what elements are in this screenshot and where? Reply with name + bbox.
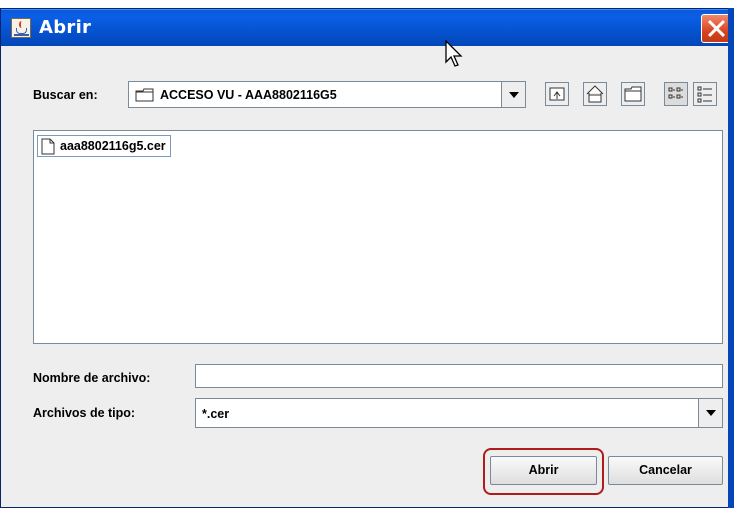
details-view-button[interactable]	[693, 82, 717, 106]
file-icon	[41, 138, 55, 155]
file-list[interactable]: aaa8802116g5.cer	[33, 130, 723, 344]
chevron-down-icon[interactable]	[698, 399, 722, 427]
chevron-down-icon[interactable]	[501, 82, 525, 107]
java-cup-icon	[11, 18, 31, 38]
filetype-label: Archivos de tipo:	[33, 406, 136, 420]
cancel-button[interactable]: Cancelar	[608, 456, 723, 485]
list-view-button[interactable]	[664, 82, 688, 106]
open-button[interactable]: Abrir	[490, 456, 597, 485]
up-one-level-button[interactable]	[545, 82, 569, 106]
title-bar[interactable]: Abrir	[1, 9, 733, 46]
details-view-icon	[697, 86, 712, 103]
up-one-level-icon	[549, 87, 565, 101]
folder-icon	[135, 88, 154, 102]
list-view-icon	[668, 87, 683, 99]
filetype-value: *.cer	[202, 407, 230, 421]
home-button[interactable]	[583, 82, 607, 106]
filename-label: Nombre de archivo:	[33, 371, 151, 385]
window-border	[728, 8, 734, 508]
close-icon[interactable]	[701, 14, 731, 43]
home-icon	[586, 85, 604, 103]
new-folder-icon	[624, 86, 642, 102]
mouse-cursor-icon	[445, 40, 463, 67]
lookin-label: Buscar en:	[33, 88, 98, 102]
dialog-title: Abrir	[39, 17, 92, 38]
file-name: aaa8802116g5.cer	[60, 139, 166, 153]
lookin-value: ACCESO VU - AAA8802116G5	[160, 88, 337, 102]
filetype-combo[interactable]: *.cer	[195, 398, 723, 428]
lookin-combo[interactable]: ACCESO VU - AAA8802116G5	[128, 81, 526, 108]
list-item[interactable]: aaa8802116g5.cer	[37, 135, 171, 157]
new-folder-button[interactable]	[621, 82, 645, 106]
filename-field[interactable]	[195, 364, 723, 388]
